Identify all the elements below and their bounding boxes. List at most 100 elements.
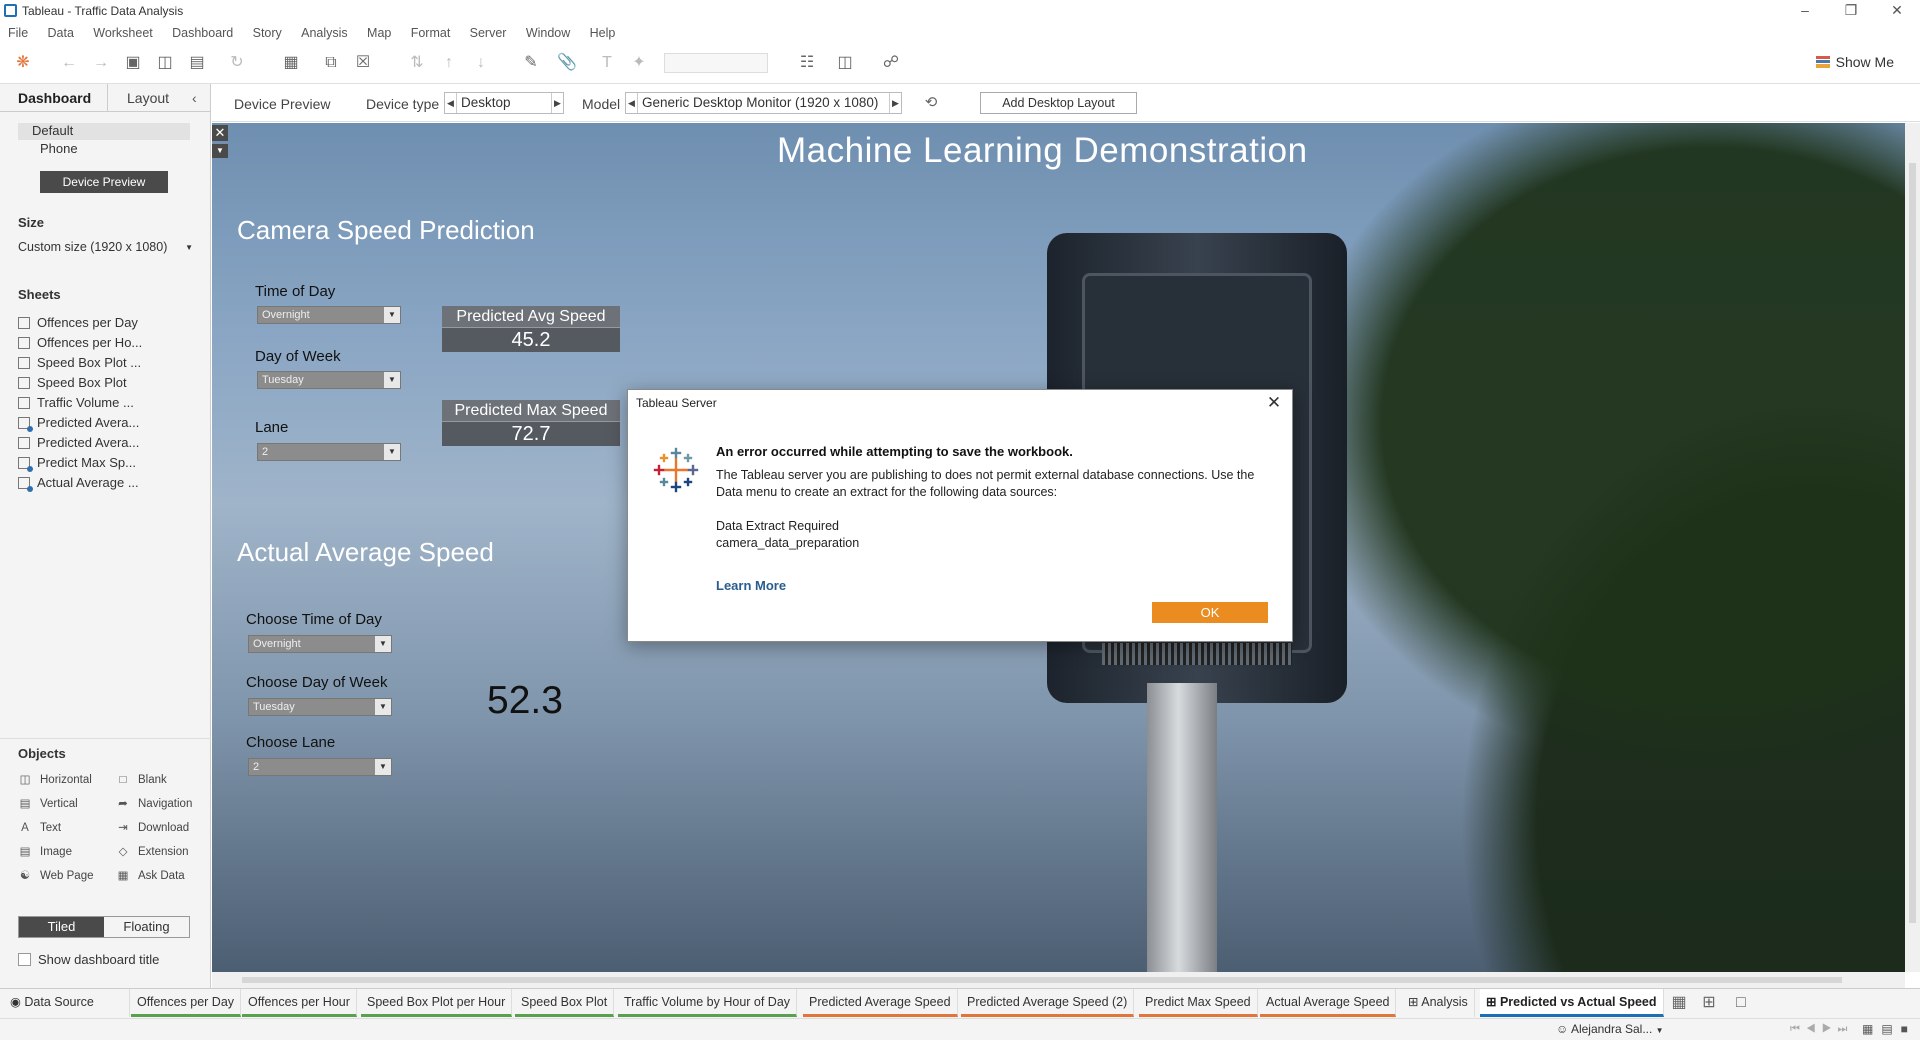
labels-icon[interactable]: T	[596, 52, 618, 74]
object-web-page[interactable]: ☯ Web Page	[18, 866, 94, 886]
predicted-avg-speed-card[interactable]: Predicted Avg Speed 45.2	[442, 306, 620, 352]
device-preview-button[interactable]: Device Preview	[40, 171, 168, 193]
new-worksheet-icon[interactable]: ▦	[1668, 992, 1690, 1014]
sheet-item[interactable]: Predicted Avera...	[18, 434, 139, 452]
sheet-navigation-arrows[interactable]: ⏮◀▶⏭	[1790, 1023, 1853, 1036]
clear-sheet-icon[interactable]: ☒	[352, 52, 374, 74]
floating-button[interactable]: Floating	[104, 917, 189, 937]
ok-button[interactable]: OK	[1152, 602, 1268, 623]
collapse-pane-icon[interactable]: ‹	[192, 90, 197, 106]
learn-more-link[interactable]: Learn More	[716, 578, 786, 593]
show-dashboard-title-checkbox[interactable]: Show dashboard title	[18, 952, 159, 967]
show-me-button[interactable]: Show Me	[1815, 54, 1894, 70]
menu-dashboard[interactable]: Dashboard	[164, 22, 241, 40]
fix-axes-icon[interactable]: ✦	[628, 52, 650, 74]
chevron-left-icon[interactable]: ◀	[445, 93, 457, 113]
tab-speed-box-plot-per-hour[interactable]: Speed Box Plot per Hour	[361, 989, 513, 1017]
horizontal-scrollbar[interactable]	[212, 972, 1905, 988]
object-navigation[interactable]: ➦ Navigation	[116, 794, 192, 814]
menu-server[interactable]: Server	[462, 22, 515, 40]
object-image[interactable]: ▤ Image	[18, 842, 72, 862]
menu-map[interactable]: Map	[359, 22, 399, 40]
choose-time-of-day-filter[interactable]: Overnight ▼	[248, 635, 392, 653]
new-worksheet-icon[interactable]: ▦	[280, 52, 302, 74]
menu-data[interactable]: Data	[40, 22, 82, 40]
undo-icon[interactable]: ←	[58, 52, 80, 74]
menu-window[interactable]: Window	[518, 22, 578, 40]
object-extension[interactable]: ◇ Extension	[116, 842, 189, 862]
refresh-icon[interactable]: ↻	[226, 52, 248, 74]
object-horizontal[interactable]: ◫ Horizontal	[18, 770, 92, 790]
menu-worksheet[interactable]: Worksheet	[85, 22, 161, 40]
tab-layout[interactable]: Layout	[127, 90, 169, 106]
layout-phone[interactable]: Phone	[18, 141, 190, 158]
lane-filter[interactable]: 2 ▼	[257, 443, 401, 461]
new-data-source-icon[interactable]: ◫	[154, 52, 176, 74]
predicted-max-speed-card[interactable]: Predicted Max Speed 72.7	[442, 400, 620, 446]
redo-icon[interactable]: →	[90, 52, 112, 74]
tab-predicted-average-speed-2[interactable]: Predicted Average Speed (2)	[961, 989, 1135, 1017]
tab-offences-per-hour[interactable]: Offences per Hour	[242, 989, 357, 1017]
object-download[interactable]: ⇥ Download	[116, 818, 189, 838]
rotate-icon[interactable]: ⟲	[920, 92, 942, 114]
close-icon[interactable]: ✕	[1264, 393, 1284, 413]
show-cards-icon[interactable]: ☷	[796, 52, 818, 74]
tab-predict-max-speed[interactable]: Predict Max Speed	[1139, 989, 1258, 1017]
chevron-right-icon[interactable]: ▶	[889, 93, 901, 113]
swap-icon[interactable]: ⇅	[406, 52, 428, 74]
sheet-item[interactable]: Speed Box Plot ...	[18, 354, 141, 372]
sheet-item[interactable]: Predicted Avera...	[18, 414, 139, 432]
tab-offences-per-day[interactable]: Offences per Day	[131, 989, 242, 1017]
time-of-day-filter[interactable]: Overnight ▼	[257, 306, 401, 324]
close-zone-icon[interactable]: ✕	[212, 125, 228, 141]
chevron-right-icon[interactable]: ▶	[551, 93, 563, 113]
device-type-select[interactable]: ◀ Desktop ▶	[444, 92, 564, 114]
tiled-button[interactable]: Tiled	[19, 917, 104, 937]
new-story-icon[interactable]: □	[1730, 992, 1752, 1014]
fit-dropdown[interactable]	[664, 53, 768, 73]
vertical-scrollbar[interactable]	[1905, 123, 1920, 972]
model-select[interactable]: ◀ Generic Desktop Monitor (1920 x 1080) …	[625, 92, 902, 114]
tab-analysis[interactable]: ⊞ Analysis	[1402, 989, 1475, 1017]
layout-default[interactable]: Default	[18, 123, 190, 140]
object-text[interactable]: A Text	[18, 818, 61, 838]
object-ask-data[interactable]: ▦ Ask Data	[116, 866, 185, 886]
tableau-logo-icon[interactable]: ❋	[12, 52, 34, 74]
tab-dashboard[interactable]: Dashboard	[18, 90, 91, 106]
object-blank[interactable]: □ Blank	[116, 770, 167, 790]
user-menu[interactable]: ☺ Alejandra Sal... ▼	[1556, 1022, 1664, 1036]
sheet-item[interactable]: Actual Average ...	[18, 474, 139, 492]
group-icon[interactable]: 📎	[556, 52, 578, 74]
view-mode-icons[interactable]: ▦▤■	[1862, 1022, 1916, 1036]
close-window-button[interactable]: ✕	[1874, 0, 1920, 22]
pause-updates-icon[interactable]: ▤	[186, 52, 208, 74]
tab-predicted-vs-actual-speed[interactable]: ⊞ Predicted vs Actual Speed	[1480, 989, 1664, 1017]
sheet-item[interactable]: Predict Max Sp...	[18, 454, 136, 472]
sheet-item[interactable]: Speed Box Plot	[18, 374, 127, 392]
share-icon[interactable]: ☍	[880, 52, 902, 74]
restore-button[interactable]: ❐	[1828, 0, 1874, 22]
object-vertical[interactable]: ▤ Vertical	[18, 794, 78, 814]
day-of-week-filter[interactable]: Tuesday ▼	[257, 371, 401, 389]
menu-story[interactable]: Story	[245, 22, 290, 40]
sheet-item[interactable]: Offences per Day	[18, 314, 138, 332]
menu-help[interactable]: Help	[582, 22, 624, 40]
tab-speed-box-plot[interactable]: Speed Box Plot	[515, 989, 615, 1017]
presentation-mode-icon[interactable]: ◫	[834, 52, 856, 74]
highlight-icon[interactable]: ✎	[520, 52, 542, 74]
choose-lane-filter[interactable]: 2 ▼	[248, 758, 392, 776]
sort-descending-icon[interactable]: ↓	[470, 52, 492, 74]
tab-traffic-volume[interactable]: Traffic Volume by Hour of Day	[618, 989, 798, 1017]
minimize-button[interactable]: –	[1782, 0, 1828, 22]
save-icon[interactable]: ▣	[122, 52, 144, 74]
add-desktop-layout-button[interactable]: Add Desktop Layout	[980, 92, 1137, 114]
new-dashboard-icon[interactable]: ⊞	[1698, 992, 1720, 1014]
tab-data-source[interactable]: ◉ Data Source	[4, 989, 130, 1017]
choose-day-of-week-filter[interactable]: Tuesday ▼	[248, 698, 392, 716]
duplicate-icon[interactable]: ⧉	[320, 52, 342, 74]
size-dropdown[interactable]: Custom size (1920 x 1080) ▼	[18, 240, 193, 254]
menu-file[interactable]: File	[0, 22, 36, 40]
chevron-left-icon[interactable]: ◀	[626, 93, 638, 113]
sheet-item[interactable]: Traffic Volume ...	[18, 394, 134, 412]
menu-analysis[interactable]: Analysis	[293, 22, 356, 40]
